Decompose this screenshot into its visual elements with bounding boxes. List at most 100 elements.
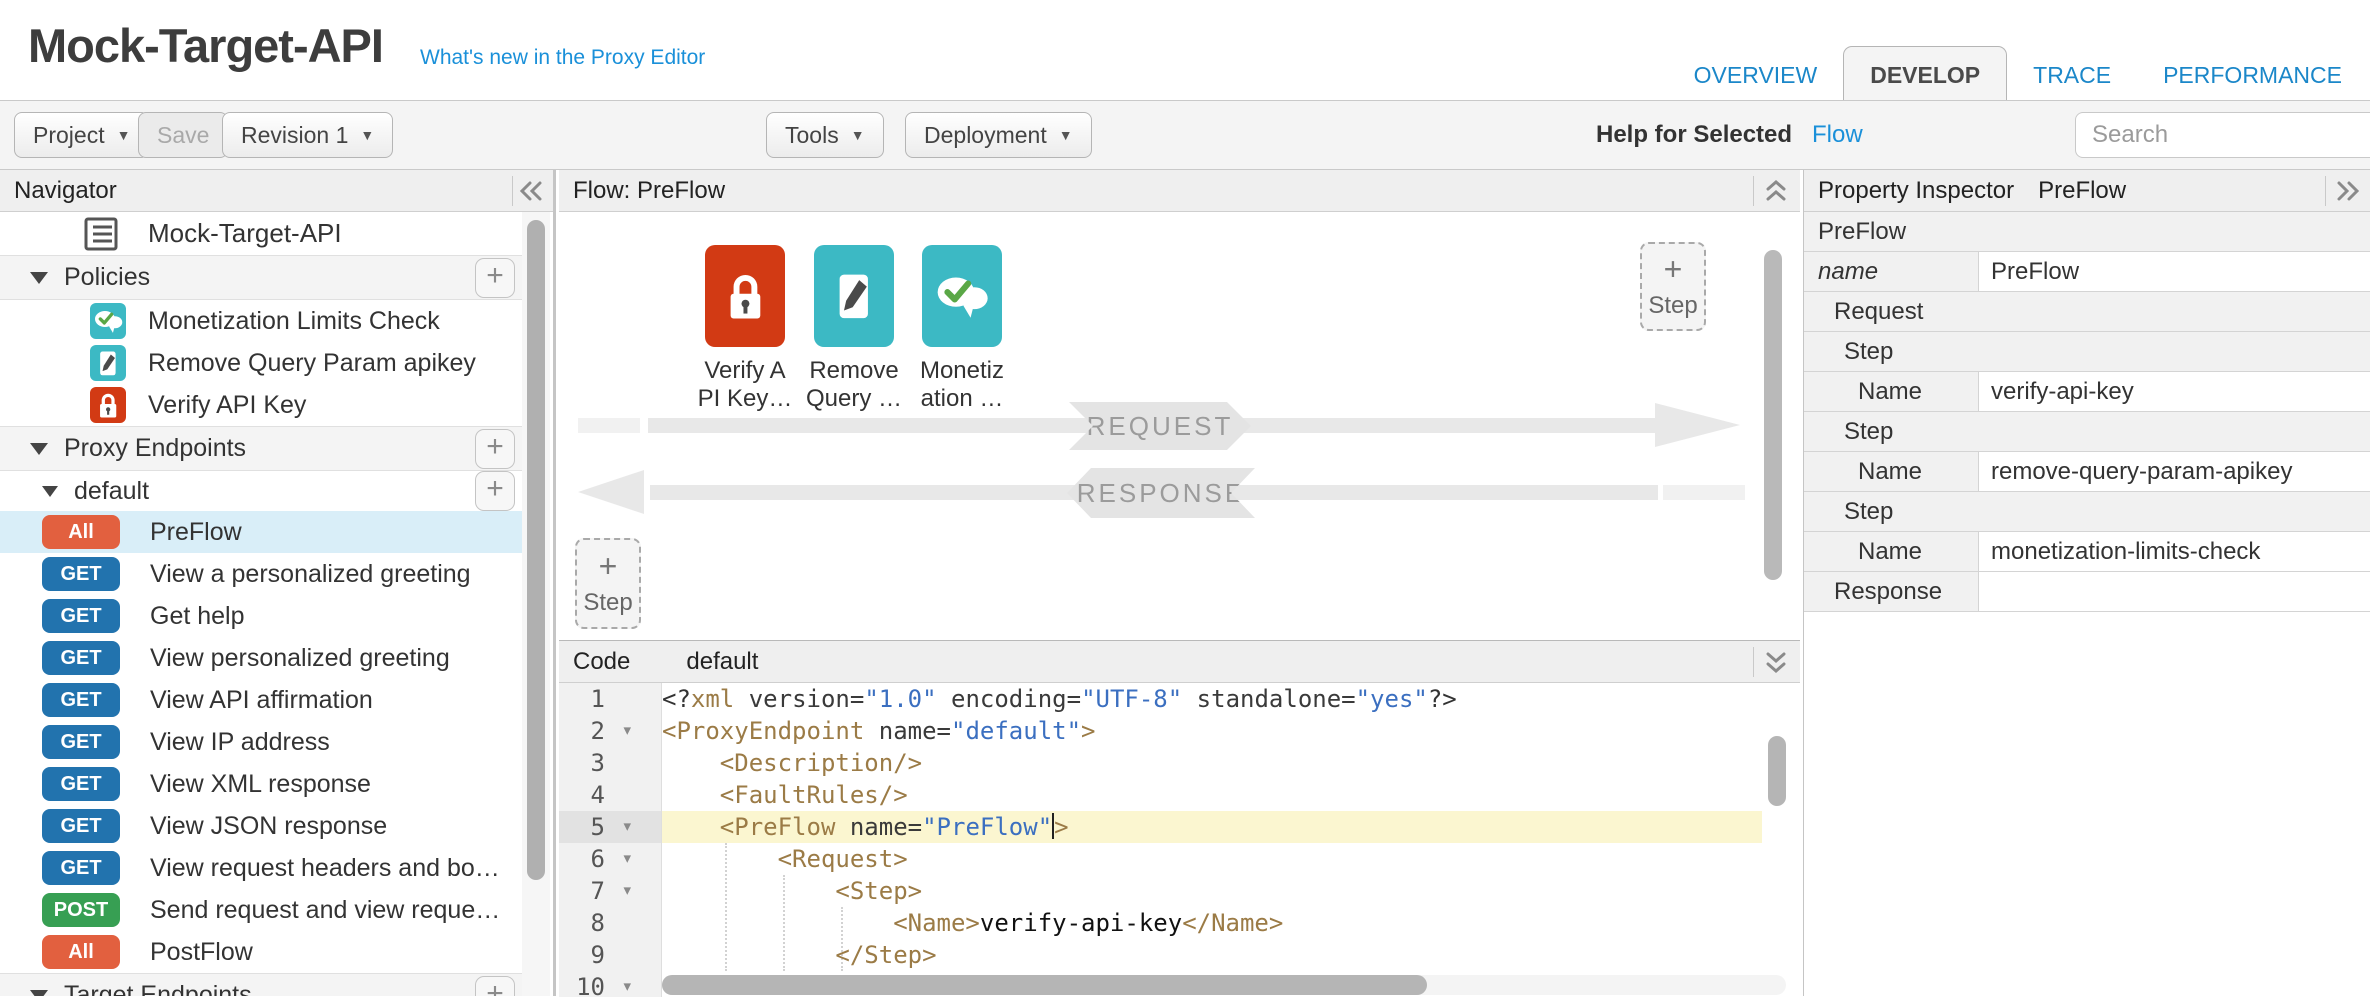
section-header-proxy-endpoints[interactable]: Proxy Endpoints+: [0, 426, 525, 471]
triangle-down-icon[interactable]: [30, 990, 48, 997]
add-button[interactable]: +: [475, 471, 515, 511]
tab-develop[interactable]: DEVELOP: [1843, 46, 2007, 100]
save-button[interactable]: Save: [138, 112, 228, 158]
save-label: Save: [157, 122, 209, 149]
triangle-down-icon[interactable]: [30, 272, 48, 284]
divider: [512, 176, 513, 206]
project-menu-button[interactable]: Project ▼: [14, 112, 149, 158]
policy-item[interactable]: Remove Query Param apikey: [0, 342, 525, 384]
flow-scrollbar-thumb[interactable]: [1764, 250, 1782, 580]
inspector-field-value[interactable]: verify-api-key: [1979, 372, 2370, 411]
navigator-scrollbar-thumb[interactable]: [527, 220, 545, 880]
fold-toggle-icon[interactable]: ▾: [623, 811, 631, 843]
add-button[interactable]: +: [475, 258, 515, 298]
fold-toggle-icon[interactable]: ▾: [623, 971, 631, 997]
code-line[interactable]: <?xml version="1.0" encoding="UTF-8" sta…: [662, 683, 1762, 715]
flow-item[interactable]: AllPostFlow: [0, 931, 525, 973]
section-header-policies[interactable]: Policies+: [0, 255, 525, 300]
gutter-cell[interactable]: 9: [559, 939, 661, 971]
flow-item[interactable]: GETView a personalized greeting: [0, 553, 525, 595]
flow-item[interactable]: GETView API affirmation: [0, 679, 525, 721]
app-header: Mock-Target-API What's new in the Proxy …: [0, 0, 2370, 100]
inspector-section-row: Step: [1804, 332, 2370, 372]
gutter-cell[interactable]: 8: [559, 907, 661, 939]
flow-item-label: Get help: [150, 602, 245, 631]
section-header-target-endpoints[interactable]: Target Endpoints+: [0, 973, 525, 996]
gutter-cell[interactable]: 2▾: [559, 715, 661, 747]
revision-menu-button[interactable]: Revision 1 ▼: [222, 112, 393, 158]
collapse-right-icon[interactable]: [2332, 175, 2364, 207]
inspector-field-value[interactable]: monetization-limits-check: [1979, 532, 2370, 571]
inspector-section-row: Step: [1804, 492, 2370, 532]
response-arrowhead-icon: [578, 470, 644, 514]
expand-down-icon[interactable]: [1760, 646, 1792, 678]
inspector-field-value[interactable]: [1979, 572, 2370, 611]
tab-overview[interactable]: OVERVIEW: [1668, 46, 1844, 100]
code-line[interactable]: </Step>: [662, 939, 1762, 971]
inspector-field-label: Name: [1804, 532, 1979, 571]
flow-item[interactable]: GETView personalized greeting: [0, 637, 525, 679]
code-line[interactable]: <FaultRules/>: [662, 779, 1762, 811]
fold-toggle-icon[interactable]: ▾: [623, 843, 631, 875]
group-header-default[interactable]: default+: [0, 471, 525, 511]
whats-new-link[interactable]: What's new in the Proxy Editor: [420, 46, 705, 70]
gutter-cell[interactable]: 10▾: [559, 971, 661, 997]
code-line[interactable]: <Description/>: [662, 747, 1762, 779]
flow-policy-label: Monetization …: [892, 357, 1032, 413]
inspector-field-value[interactable]: remove-query-param-apikey: [1979, 452, 2370, 491]
add-button[interactable]: +: [475, 976, 515, 997]
property-inspector-header: Property Inspector PreFlow: [1804, 170, 2370, 212]
flow-item-label: PreFlow: [150, 518, 242, 547]
deployment-menu-button[interactable]: Deployment ▼: [905, 112, 1092, 158]
gutter-cell[interactable]: 3: [559, 747, 661, 779]
gutter-cell[interactable]: 6▾: [559, 843, 661, 875]
line-number: 6: [591, 843, 605, 875]
code-line[interactable]: <Name>verify-api-key</Name>: [662, 907, 1762, 939]
code-hscrollbar-thumb[interactable]: [662, 975, 1427, 995]
add-step-button-response[interactable]: + Step: [575, 538, 641, 629]
collapse-left-icon[interactable]: [515, 175, 547, 207]
flow-policy-pencil-icon[interactable]: [814, 245, 894, 347]
triangle-down-icon[interactable]: [42, 486, 58, 497]
flow-item[interactable]: GETView XML response: [0, 763, 525, 805]
flow-item[interactable]: AllPreFlow: [0, 511, 525, 553]
triangle-down-icon[interactable]: [30, 443, 48, 455]
flow-item[interactable]: GETView IP address: [0, 721, 525, 763]
step-button-label: Step: [1648, 292, 1697, 320]
inspector-field-row: namePreFlow: [1804, 252, 2370, 292]
flow-item[interactable]: GETView request headers and bo…: [0, 847, 525, 889]
gutter-cell[interactable]: 1: [559, 683, 661, 715]
flow-policy-cloud-check-icon[interactable]: [922, 245, 1002, 347]
flow-item-label: Send request and view reque…: [150, 896, 500, 925]
add-button[interactable]: +: [475, 429, 515, 469]
flow-item[interactable]: GETGet help: [0, 595, 525, 637]
inspector-field-value[interactable]: PreFlow: [1979, 252, 2370, 291]
code-line[interactable]: <PreFlow name="PreFlow">: [662, 811, 1762, 843]
gutter-cell[interactable]: 7▾: [559, 875, 661, 907]
code-editor[interactable]: 12▾345▾6▾7▾8910▾ <?xml version="1.0" enc…: [559, 683, 1800, 997]
code-scrollbar-thumb[interactable]: [1768, 736, 1786, 806]
gutter-cell[interactable]: 4: [559, 779, 661, 811]
flow-item[interactable]: GETView JSON response: [0, 805, 525, 847]
tools-menu-button[interactable]: Tools ▼: [766, 112, 884, 158]
gutter-cell[interactable]: 5▾: [559, 811, 661, 843]
policy-item[interactable]: Verify API Key: [0, 384, 525, 426]
tab-trace[interactable]: TRACE: [2007, 46, 2137, 100]
navigator-root-item[interactable]: Mock-Target-API: [0, 212, 525, 255]
flow-policy-lock-icon[interactable]: [705, 245, 785, 347]
fold-toggle-icon[interactable]: ▾: [623, 715, 631, 747]
code-line[interactable]: <Request>: [662, 843, 1762, 875]
navigator-root-label: Mock-Target-API: [148, 218, 342, 249]
flow-item[interactable]: POSTSend request and view reque…: [0, 889, 525, 931]
code-line[interactable]: <ProxyEndpoint name="default">: [662, 715, 1762, 747]
tab-performance[interactable]: PERFORMANCE: [2137, 46, 2368, 100]
help-flow-link[interactable]: Flow: [1812, 121, 1863, 149]
fold-toggle-icon[interactable]: ▾: [623, 875, 631, 907]
inspector-section-label: PreFlow: [1804, 218, 1906, 246]
collapse-up-icon[interactable]: [1760, 175, 1792, 207]
add-step-button-request[interactable]: + Step: [1640, 242, 1706, 331]
search-input[interactable]: [2075, 112, 2370, 158]
inspector-section-label: Step: [1804, 338, 1893, 366]
code-line[interactable]: <Step>: [662, 875, 1762, 907]
policy-item[interactable]: Monetization Limits Check: [0, 300, 525, 342]
